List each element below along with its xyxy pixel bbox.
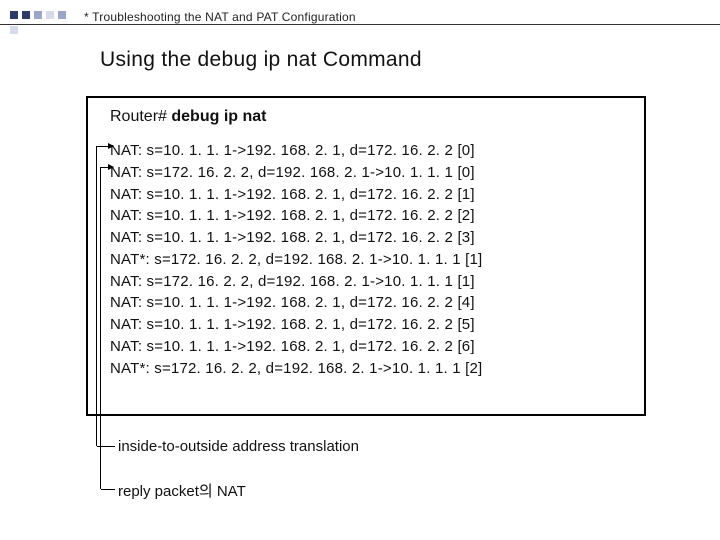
debug-command: debug ip nat (171, 108, 266, 125)
nat-line: NAT: s=172. 16. 2. 2, d=192. 168. 2. 1->… (110, 162, 630, 184)
nat-line: NAT: s=10. 1. 1. 1->192. 168. 2. 1, d=17… (110, 227, 630, 249)
terminal-output-box: Router# debug ip nat NAT: s=10. 1. 1. 1-… (86, 96, 646, 416)
arrow-icon (108, 164, 114, 170)
arrow-icon (108, 143, 114, 149)
nat-line: NAT: s=10. 1. 1. 1->192. 168. 2. 1, d=17… (110, 314, 630, 336)
annotation-reply-packet: reply packet의 NAT (118, 480, 246, 501)
terminal-output: NAT: s=10. 1. 1. 1->192. 168. 2. 1, d=17… (110, 140, 630, 379)
nat-line: NAT: s=10. 1. 1. 1->192. 168. 2. 1, d=17… (110, 292, 630, 314)
nat-line: NAT: s=10. 1. 1. 1->192. 168. 2. 1, d=17… (110, 140, 630, 162)
page-title: Using the debug ip nat Command (100, 48, 422, 72)
header-divider (0, 24, 720, 25)
nat-line: NAT*: s=172. 16. 2. 2, d=192. 168. 2. 1-… (110, 249, 630, 271)
nat-line: NAT*: s=172. 16. 2. 2, d=192. 168. 2. 1-… (110, 358, 630, 380)
nat-line: NAT: s=172. 16. 2. 2, d=192. 168. 2. 1->… (110, 271, 630, 293)
router-prompt: Router# (110, 108, 167, 125)
terminal-prompt-line: Router# debug ip nat (110, 108, 630, 126)
callout-connector-1 (96, 146, 97, 446)
callout-connector-2 (100, 167, 101, 489)
nat-line: NAT: s=10. 1. 1. 1->192. 168. 2. 1, d=17… (110, 205, 630, 227)
breadcrumb: * Troubleshooting the NAT and PAT Config… (84, 10, 356, 24)
nat-line: NAT: s=10. 1. 1. 1->192. 168. 2. 1, d=17… (110, 336, 630, 358)
annotation-inside-outside: inside-to-outside address translation (118, 438, 359, 455)
nat-line: NAT: s=10. 1. 1. 1->192. 168. 2. 1, d=17… (110, 184, 630, 206)
